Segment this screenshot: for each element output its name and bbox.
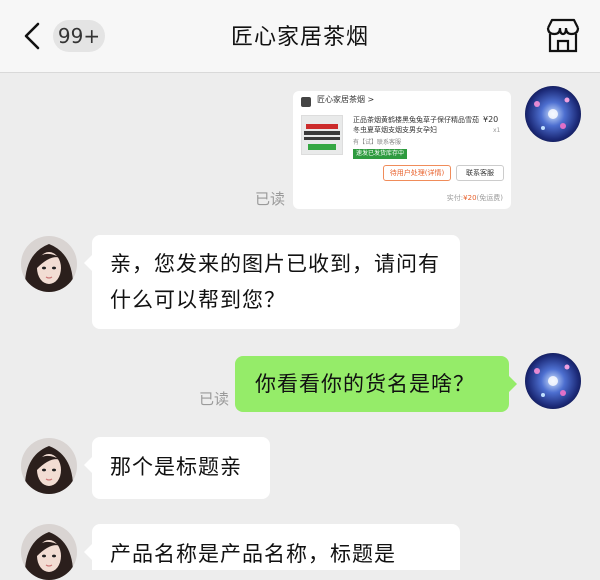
read-receipt: 已读 [255,190,286,208]
self-avatar[interactable] [525,353,581,409]
incoming-message-bubble[interactable]: 产品名称是产品名称，标题是 [84,524,460,570]
incoming-message-bubble[interactable]: 那个是标题亲 [84,437,270,499]
store-icon [546,18,580,53]
contact-avatar[interactable] [21,236,77,292]
chat-title: 匠心家居茶烟 [230,25,369,50]
card-price: ¥20 [483,115,499,124]
read-receipt: 已读 [199,390,230,408]
chat-header: 99+ 匠心家居茶烟 [0,0,600,73]
card-total: 实付:¥20(免运费) [447,193,503,203]
incoming-message-bubble[interactable]: 亲，您发来的图片已收到，请问有什么可以帮到您？ [84,235,460,329]
order-card[interactable]: 匠心家居茶烟 > 正品茶烟黄鹤楼黑兔兔草子保仔精品雪茄冬虫夏草烟支烟支男女孕妇 … [293,91,511,209]
contact-avatar[interactable] [21,524,77,580]
card-shipping-tag: 速发已发货库存中 [353,149,408,159]
card-product-title: 正品茶烟黄鹤楼黑兔兔草子保仔精品雪茄冬虫夏草烟支烟支男女孕妇 [353,116,479,134]
card-total-label: 实付: [446,194,464,202]
store-button[interactable] [544,18,582,54]
card-subtitle: 有【试】联系客服 [353,139,402,146]
card-total-amount: ¥20 [463,194,477,202]
pending-action-button[interactable]: 待用户处理(详情) [383,165,451,181]
self-avatar[interactable] [525,86,581,142]
card-total-note: (免运费) [476,194,503,202]
card-quantity: x1 [493,127,501,134]
shop-icon [301,97,311,107]
product-thumbnail[interactable] [301,115,343,155]
contact-service-button[interactable]: 联系客服 [456,165,504,181]
outgoing-message-bubble[interactable]: 你看看你的货名是啥？ [235,356,517,412]
card-shop-name[interactable]: 匠心家居茶烟 > [317,94,374,105]
contact-avatar[interactable] [21,438,77,494]
